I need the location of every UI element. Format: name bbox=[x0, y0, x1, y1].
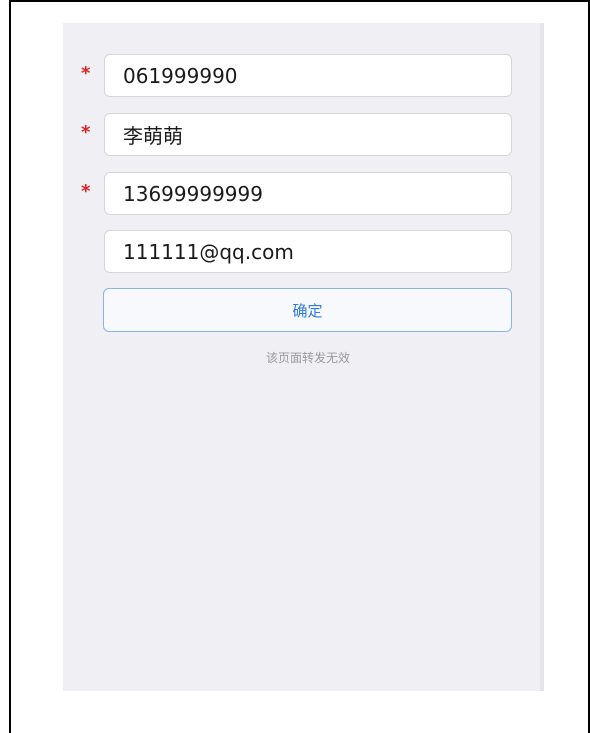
form-row-account: * bbox=[63, 54, 544, 98]
name-input[interactable] bbox=[104, 113, 512, 156]
confirm-button[interactable]: 确定 bbox=[103, 288, 512, 332]
form-row-name: * bbox=[63, 113, 544, 157]
phone-input[interactable] bbox=[104, 172, 512, 215]
required-marker: * bbox=[81, 63, 91, 84]
form-row-phone: * bbox=[63, 172, 544, 216]
form-panel: * * * 确定 该页面转发无效 bbox=[63, 23, 544, 691]
required-marker: * bbox=[81, 122, 91, 143]
email-input[interactable] bbox=[104, 230, 512, 273]
required-marker: * bbox=[81, 181, 91, 202]
account-number-input[interactable] bbox=[104, 54, 512, 97]
forward-invalid-notice: 该页面转发无效 bbox=[265, 351, 350, 365]
form-row-email bbox=[63, 230, 544, 274]
